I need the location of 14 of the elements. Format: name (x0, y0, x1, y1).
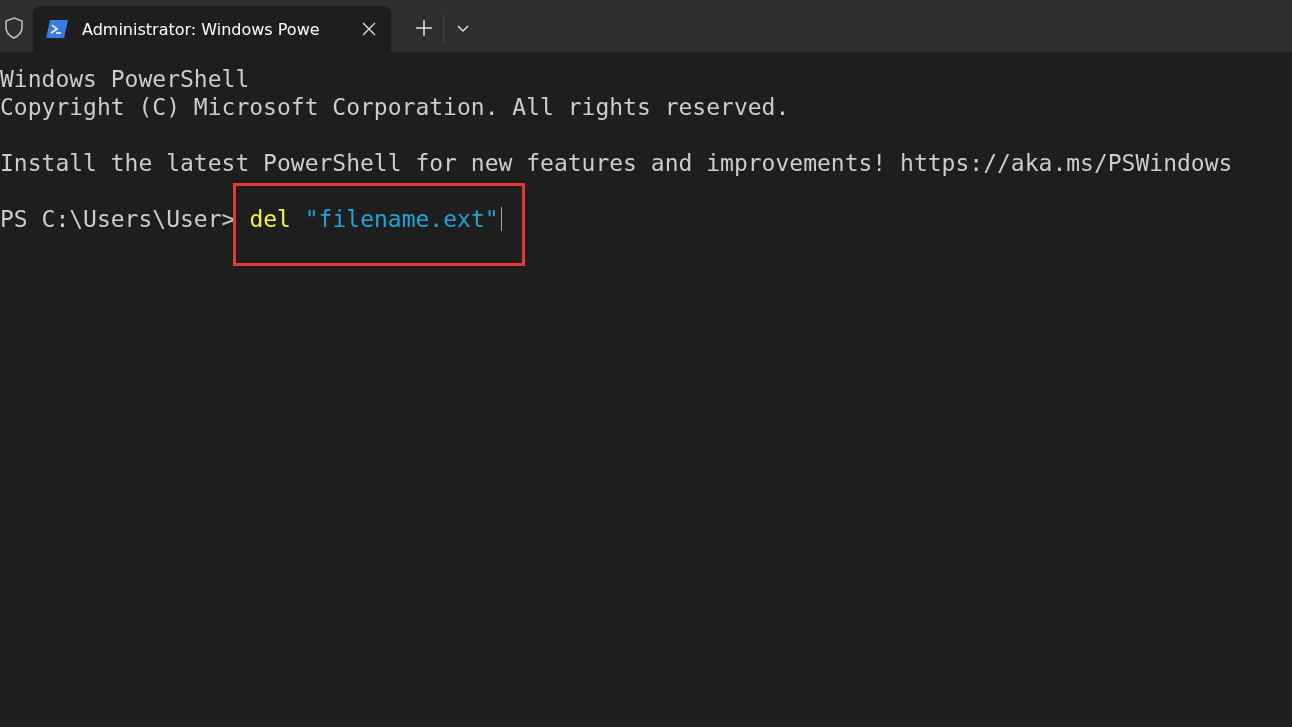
command-token: "filename.ext" (304, 205, 499, 233)
text-cursor (500, 207, 502, 231)
new-tab-icon[interactable] (415, 19, 433, 37)
prompt-text: PS C:\Users\User> (0, 205, 236, 233)
command-token: del (249, 205, 291, 233)
tab-title: Administrator: Windows Powe (82, 19, 321, 39)
terminal-text: Windows PowerShell (0, 66, 250, 92)
powershell-icon (46, 20, 68, 38)
terminal-text: Copyright (C) Microsoft Corporation. All rights reserved. (0, 94, 790, 120)
dropdown-caret-icon[interactable] (456, 24, 470, 34)
shield-icon (2, 16, 26, 40)
terminal-text: Install the latest PowerShell for new features and improvements! https://aka.ms/PSWindows (0, 150, 1233, 176)
close-icon[interactable] (361, 21, 377, 37)
terminal-tab[interactable]: Administrator: Windows Powe (33, 6, 391, 52)
